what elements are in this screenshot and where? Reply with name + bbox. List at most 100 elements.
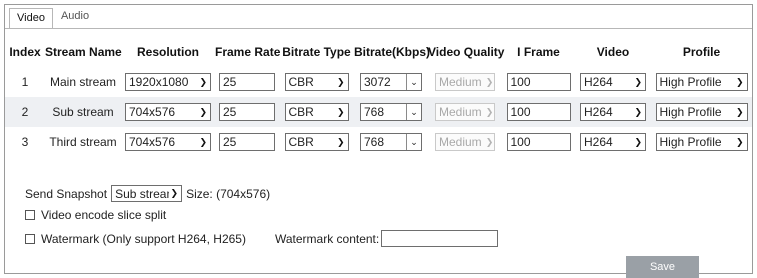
chevron-down-icon: ⌄ <box>406 104 421 120</box>
snapshot-size-text: Size: (704x576) <box>186 186 271 201</box>
resolution-select[interactable]: 704x576 ❯ <box>125 103 211 121</box>
select-value: 768 <box>364 135 385 149</box>
video-codec-select[interactable]: H264 ❯ <box>580 73 646 91</box>
bitrate-type-select[interactable]: CBR ❯ <box>284 103 349 121</box>
i-frame-input[interactable]: 100 <box>506 103 571 121</box>
header-stream-name: Stream Name <box>45 37 122 67</box>
select-value: CBR <box>288 135 314 149</box>
frame-rate-input[interactable]: 25 <box>219 133 275 151</box>
tab-audio[interactable]: Audio <box>53 5 97 28</box>
select-value: H264 <box>584 105 613 119</box>
select-value: 704x576 <box>129 135 176 149</box>
row-stream-name: Third stream <box>49 135 117 149</box>
profile-select[interactable]: High Profile ❯ <box>655 103 748 121</box>
row-stream-name: Sub stream <box>45 97 121 127</box>
chevron-down-icon: ❯ <box>199 136 207 147</box>
chevron-down-icon: ❯ <box>735 76 744 87</box>
chevron-down-icon: ❯ <box>485 136 494 147</box>
chevron-down-icon: ❯ <box>485 106 494 117</box>
profile-select[interactable]: High Profile ❯ <box>655 133 748 151</box>
select-value: 768 <box>364 105 385 119</box>
select-value: Medium <box>439 135 482 149</box>
header-index: Index <box>5 37 45 67</box>
i-frame-input[interactable]: 100 <box>506 73 571 91</box>
watermark-content-label: Watermark content: <box>274 231 380 246</box>
header-bitrate-type: Bitrate Type <box>279 37 354 67</box>
video-settings-panel: Video Audio Index Stream Name Resolution… <box>4 4 753 278</box>
i-frame-input[interactable]: 100 <box>506 133 571 151</box>
header-frame-rate: Frame Rate <box>215 37 280 67</box>
chevron-down-icon: ❯ <box>735 136 744 147</box>
row-index: 3 <box>21 135 29 149</box>
select-value: High Profile <box>659 105 722 119</box>
header-video: Video <box>575 37 651 67</box>
table-row: 3 Third stream 704x576 ❯ 25 CBR ❯ 768 ⌄ Med… <box>5 127 752 157</box>
video-quality-select: Medium ❯ <box>435 133 495 151</box>
header-bitrate: Bitrate(Kbps) <box>354 37 430 67</box>
watermark-row: Watermark (Only support H264, H265) Wate… <box>25 230 499 247</box>
row-stream-name: Main stream <box>49 75 117 89</box>
select-value: CBR <box>288 105 314 119</box>
chevron-down-icon: ❯ <box>634 106 642 117</box>
chevron-down-icon: ❯ <box>336 136 345 147</box>
bitrate-type-select[interactable]: CBR ❯ <box>284 133 349 151</box>
select-value: H264 <box>584 75 613 89</box>
send-snapshot-row: Send Snapshot Sub stream ❯ Size: (704x57… <box>25 185 270 202</box>
resolution-select[interactable]: 1920x1080 ❯ <box>125 73 211 91</box>
chevron-down-icon: ❯ <box>199 76 207 87</box>
video-quality-select: Medium ❯ <box>435 73 495 91</box>
chevron-down-icon: ❯ <box>199 106 207 117</box>
video-codec-select[interactable]: H264 ❯ <box>580 133 646 151</box>
profile-select[interactable]: High Profile ❯ <box>655 73 748 91</box>
bitrate-select[interactable]: 768 ⌄ <box>360 133 422 151</box>
bitrate-select[interactable]: 3072 ⌄ <box>360 73 422 91</box>
chevron-down-icon: ❯ <box>336 76 345 87</box>
select-value: Sub stream <box>115 186 169 201</box>
select-value: 704x576 <box>129 105 176 119</box>
table-header-row: Index Stream Name Resolution Frame Rate … <box>5 37 752 67</box>
select-value: H264 <box>584 135 613 149</box>
watermark-checkbox[interactable] <box>25 233 35 244</box>
select-value: High Profile <box>659 135 722 149</box>
stream-settings-table: Index Stream Name Resolution Frame Rate … <box>5 37 752 157</box>
chevron-down-icon: ⌄ <box>406 134 421 150</box>
video-quality-select: Medium ❯ <box>435 103 495 121</box>
watermark-label: Watermark (Only support H264, H265) <box>41 231 246 246</box>
select-value: Medium <box>439 105 482 119</box>
select-value: Medium <box>439 75 482 89</box>
chevron-down-icon: ❯ <box>634 136 642 147</box>
slice-split-label: Video encode slice split <box>41 208 167 222</box>
save-button[interactable]: Save <box>626 256 699 278</box>
chevron-down-icon: ❯ <box>336 106 345 117</box>
chevron-down-icon: ❯ <box>170 188 179 198</box>
row-index: 1 <box>21 75 29 89</box>
header-video-quality: Video Quality <box>428 37 504 67</box>
tab-bar: Video Audio <box>5 5 97 29</box>
tab-divider <box>5 28 752 29</box>
header-profile: Profile <box>651 37 752 67</box>
chevron-down-icon: ❯ <box>735 106 744 117</box>
table-row: 1 Main stream 1920x1080 ❯ 25 CBR ❯ 3072 ⌄ M… <box>5 67 752 97</box>
send-snapshot-select[interactable]: Sub stream ❯ <box>111 185 183 202</box>
row-index: 2 <box>5 97 45 127</box>
select-value: CBR <box>288 75 314 89</box>
frame-rate-input[interactable]: 25 <box>219 103 275 121</box>
header-resolution: Resolution <box>121 37 215 67</box>
watermark-content-input[interactable] <box>381 230 499 247</box>
header-i-frame: I Frame <box>502 37 575 67</box>
slice-split-checkbox[interactable] <box>25 210 35 220</box>
video-codec-select[interactable]: H264 ❯ <box>580 103 646 121</box>
bitrate-type-select[interactable]: CBR ❯ <box>284 73 349 91</box>
select-value: 1920x1080 <box>129 75 189 89</box>
bitrate-select[interactable]: 768 ⌄ <box>360 103 422 121</box>
send-snapshot-label: Send Snapshot <box>25 186 108 201</box>
select-value: 3072 <box>364 75 391 89</box>
resolution-select[interactable]: 704x576 ❯ <box>125 133 211 151</box>
slice-split-row: Video encode slice split <box>25 208 166 222</box>
table-row: 2 Sub stream 704x576 ❯ 25 CBR ❯ 768 ⌄ Mediu… <box>5 97 752 127</box>
chevron-down-icon: ❯ <box>634 76 642 87</box>
select-value: High Profile <box>659 75 722 89</box>
frame-rate-input[interactable]: 25 <box>219 73 275 91</box>
chevron-down-icon: ❯ <box>485 76 494 87</box>
tab-video[interactable]: Video <box>9 8 53 29</box>
